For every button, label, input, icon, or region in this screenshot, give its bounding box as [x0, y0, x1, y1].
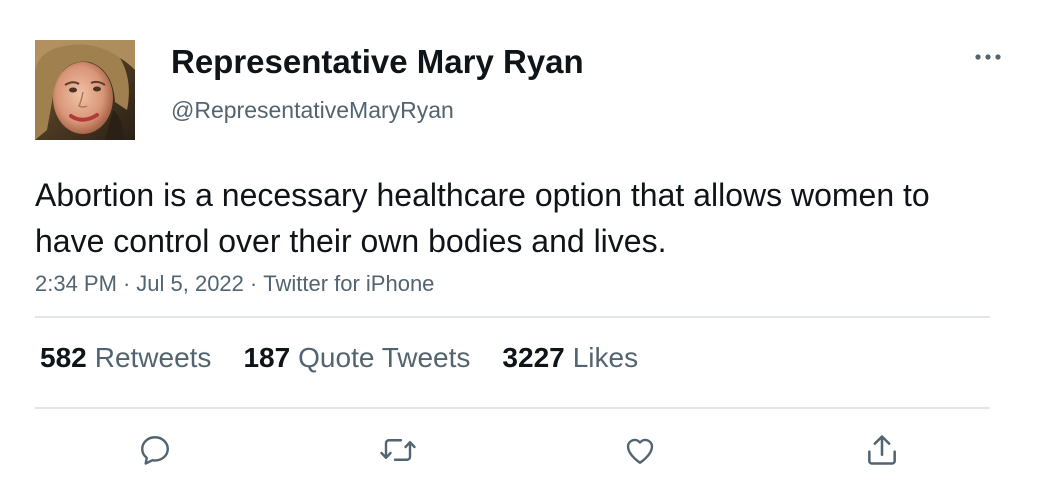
tweet-date[interactable]: Jul 5, 2022 [136, 271, 244, 296]
retweet-button[interactable] [378, 430, 418, 470]
likes-stat[interactable]: 3227 Likes [502, 342, 638, 374]
avatar-photo [35, 40, 135, 140]
retweet-icon [380, 439, 416, 461]
divider [35, 407, 990, 409]
share-icon [868, 435, 896, 465]
tweet-text: Abortion is a necessary healthcare optio… [35, 177, 930, 259]
quote-tweets-stat[interactable]: 187 Quote Tweets [243, 342, 470, 374]
divider [35, 316, 990, 318]
tweet-card: Representative Mary Ryan @Representative… [0, 0, 1050, 480]
more-icon [975, 54, 1001, 60]
reply-button[interactable] [135, 430, 175, 470]
tweet-stats: 582 Retweets 187 Quote Tweets 3227 Likes [40, 342, 638, 374]
retweets-stat[interactable]: 582 Retweets [40, 342, 211, 374]
quote-tweets-label: Quote Tweets [298, 342, 471, 373]
more-options-button[interactable] [968, 44, 1008, 70]
like-button[interactable] [620, 430, 660, 470]
quote-tweets-count: 187 [243, 342, 291, 373]
tweet-time[interactable]: 2:34 PM [35, 271, 117, 296]
retweets-label: Retweets [94, 342, 212, 373]
tweet-meta: 2:34 PM · Jul 5, 2022 · Twitter for iPhone [35, 271, 434, 297]
retweets-count: 582 [40, 342, 87, 373]
avatar[interactable] [35, 40, 135, 140]
reply-icon [141, 436, 169, 465]
display-name[interactable]: Representative Mary Ryan [171, 43, 584, 81]
meta-separator: · [249, 271, 258, 296]
meta-separator: · [122, 271, 131, 296]
likes-count: 3227 [502, 342, 565, 373]
user-handle[interactable]: @RepresentativeMaryRyan [171, 97, 454, 124]
heart-icon [626, 438, 654, 464]
likes-label: Likes [572, 342, 639, 373]
tweet-source[interactable]: Twitter for iPhone [263, 271, 434, 296]
share-button[interactable] [862, 430, 902, 470]
